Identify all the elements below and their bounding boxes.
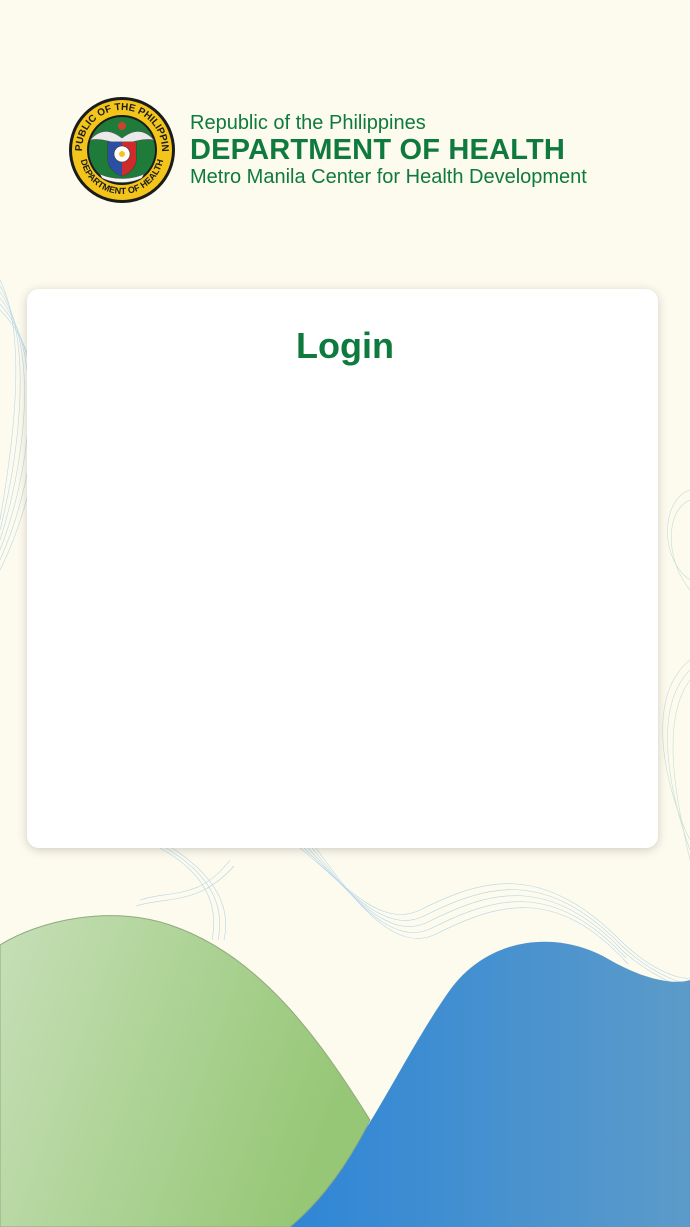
login-card xyxy=(27,289,658,848)
republic-label: Republic of the Philippines xyxy=(190,112,426,134)
department-title: DEPARTMENT OF HEALTH xyxy=(190,134,566,166)
doh-seal-logo: REPUBLIC OF THE PHILIPPINES DEPARTMENT O… xyxy=(68,96,175,203)
line-wave-right xyxy=(662,489,690,861)
green-wave xyxy=(0,915,371,1227)
login-title: Login xyxy=(296,325,394,366)
agency-name: Republic of the Philippines DEPARTMENT O… xyxy=(190,111,587,189)
header: REPUBLIC OF THE PHILIPPINES DEPARTMENT O… xyxy=(68,96,587,204)
center-name: Metro Manila Center for Health Developme… xyxy=(190,166,587,188)
blue-wave xyxy=(290,941,690,1227)
